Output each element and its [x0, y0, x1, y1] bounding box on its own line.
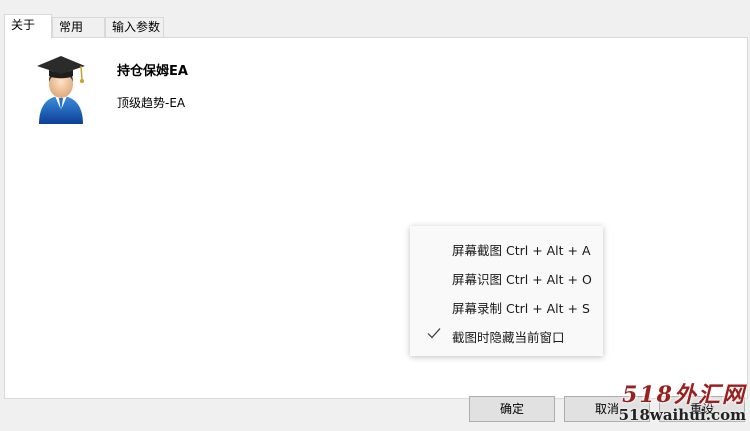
context-menu: 屏幕截图 Ctrl + Alt + A 屏幕识图 Ctrl + Alt + O … — [410, 226, 603, 356]
menu-item-screen-record[interactable]: 屏幕录制 Ctrl + Alt + S — [410, 292, 603, 321]
cancel-button[interactable]: 取消 — [564, 396, 650, 422]
tab-about[interactable]: 关于 — [4, 14, 52, 39]
ok-button[interactable]: 确定 — [469, 396, 555, 422]
about-panel: 持仓保姆EA 顶级趋势-EA — [4, 37, 748, 399]
graduate-user-icon — [37, 56, 85, 124]
menu-item-label: 屏幕截图 Ctrl + Alt + A — [452, 243, 591, 258]
menu-item-label: 屏幕录制 Ctrl + Alt + S — [452, 301, 590, 316]
app-subtitle: 顶级趋势-EA — [117, 96, 186, 110]
menu-item-label: 截图时隐藏当前窗口 — [452, 330, 565, 345]
tab-common[interactable]: 常用 — [52, 17, 105, 37]
menu-item-label: 屏幕识图 Ctrl + Alt + O — [452, 272, 592, 287]
menu-item-hide-window[interactable]: 截图时隐藏当前窗口 — [410, 321, 603, 350]
menu-item-screenshot[interactable]: 屏幕截图 Ctrl + Alt + A — [410, 234, 603, 263]
app-title: 持仓保姆EA — [117, 64, 188, 79]
menu-item-screen-ocr[interactable]: 屏幕识图 Ctrl + Alt + O — [410, 263, 603, 292]
tab-input-parameters[interactable]: 输入参数 — [105, 17, 164, 37]
reset-button[interactable]: 重设 — [659, 396, 745, 422]
checkmark-icon — [427, 328, 441, 339]
